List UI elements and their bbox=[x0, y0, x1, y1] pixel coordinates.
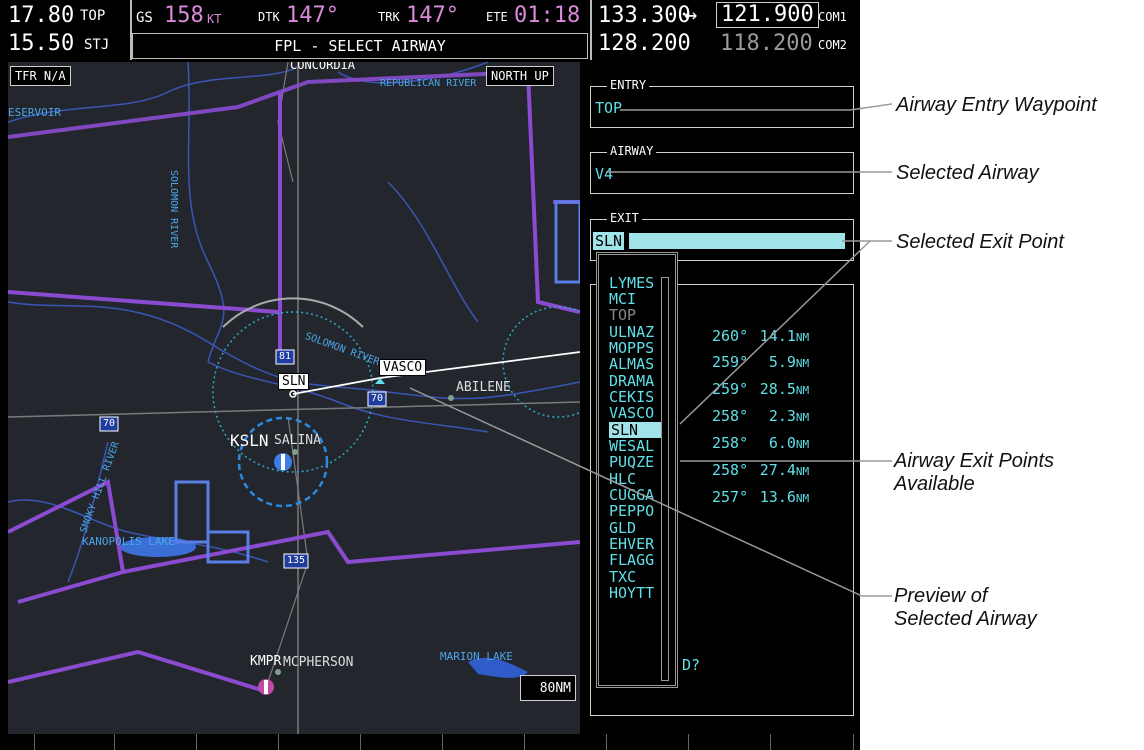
callout-selected-airway: Selected Airway bbox=[896, 162, 1039, 184]
leader-line bbox=[620, 103, 893, 111]
callout-available-line1: Airway Exit Points bbox=[894, 450, 1055, 472]
callout-available-line2: Available bbox=[894, 473, 975, 495]
leader-line bbox=[409, 387, 892, 597]
callout-preview-line2: Selected Airway bbox=[894, 608, 1037, 630]
callout-selected-exit: Selected Exit Point bbox=[896, 231, 1064, 253]
callout-preview-line1: Preview of bbox=[894, 585, 988, 607]
leader-line bbox=[679, 240, 871, 425]
callout-entry-waypoint: Airway Entry Waypoint bbox=[896, 94, 1097, 116]
